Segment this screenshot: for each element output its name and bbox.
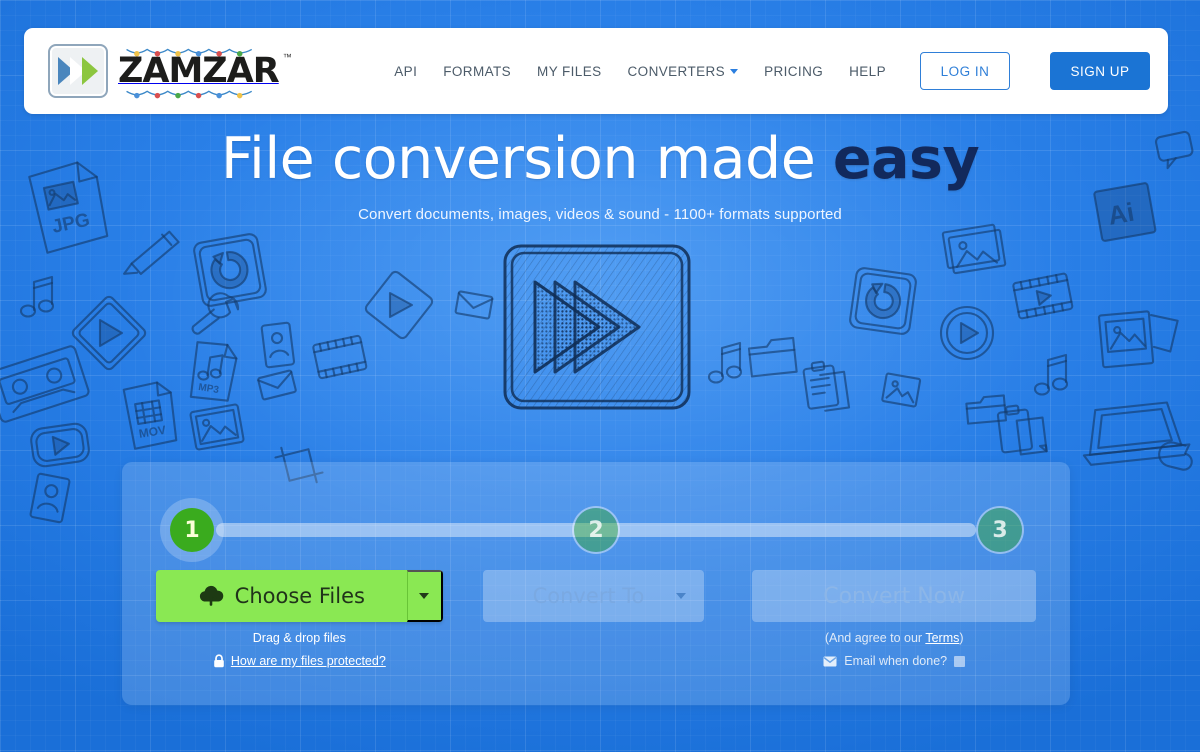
convert-now-button[interactable]: Convert Now [752,570,1036,622]
convert-to-dropdown[interactable]: Convert To [482,570,705,622]
convert-to-label: Convert To [532,584,645,608]
nav-label: FORMATS [443,63,512,79]
convert-now-column: Convert Now (And agree to our Terms) Ema… [752,570,1036,668]
step-2-indicator[interactable]: 2 [574,508,618,552]
logo-wordmark-wrap: ZAMZAR ™ [118,48,292,98]
choose-files-dropdown-button[interactable] [406,570,443,622]
convert-now-label: Convert Now [823,583,966,609]
page-title: File conversion made easy [0,129,1200,190]
nav-item-my-files[interactable]: MY FILES [537,64,601,79]
login-button[interactable]: LOG IN [920,52,1010,90]
lock-icon [213,654,225,668]
hero-section: File conversion made easy Convert docume… [0,129,1200,223]
string-lights-bottom-decoration [126,89,253,98]
drag-drop-hint: Drag & drop files [252,631,346,645]
chevron-down-icon [730,68,739,74]
caret-down-icon [676,593,687,599]
string-lights-top-decoration [126,48,253,56]
page-title-main: File conversion made [220,126,833,192]
sketched-play-triangles-icon [503,244,691,410]
step-1-indicator[interactable]: 1 [170,508,214,552]
nav-item-converters[interactable]: CONVERTERS [628,64,739,79]
converter-panel: 1 2 3 Choose Files Drag & drop files How… [122,462,1070,705]
nav-item-formats[interactable]: FORMATS [443,64,511,79]
terms-agreement-text: (And agree to our Terms) [752,631,1036,645]
logo[interactable]: ZAMZAR ™ [48,44,292,98]
terms-prefix: (And agree to our [824,631,926,645]
terms-suffix: ) [959,631,964,645]
email-when-done-label: Email when done? [844,654,948,668]
converter-controls: Choose Files Drag & drop files How are m… [156,570,1036,668]
nav-label: PRICING [764,63,824,79]
trademark-symbol: ™ [282,51,292,62]
double-chevron-icon [48,44,108,98]
choose-files-label: Choose Files [234,584,365,608]
choose-files-button-group: Choose Files [156,570,443,622]
cloud-upload-icon [198,584,224,609]
files-protected-row: How are my files protected? [156,654,443,668]
nav-label: CONVERTERS [627,63,726,79]
nav-item-api[interactable]: API [394,64,417,79]
caret-down-icon [419,593,430,599]
terms-link[interactable]: Terms [925,631,959,645]
main-navigation: API FORMATS MY FILES CONVERTERS PRICING … [394,52,1150,90]
nav-label: MY FILES [537,63,602,79]
choose-files-button[interactable]: Choose Files [156,570,407,622]
step-3-indicator[interactable]: 3 [978,508,1022,552]
nav-item-help[interactable]: HELP [849,64,886,79]
signup-button[interactable]: SIGN UP [1050,52,1150,90]
envelope-icon [823,656,837,667]
convert-to-column: Convert To [482,570,705,622]
email-when-done-checkbox[interactable] [954,655,966,667]
step-indicator: 1 2 3 [170,500,1022,560]
nav-label: HELP [849,63,886,79]
choose-files-column: Choose Files Drag & drop files How are m… [156,570,443,668]
site-header: ZAMZAR ™ API FORMATS MY FILES CONVERTERS [24,28,1168,114]
nav-label: API [394,63,418,79]
page-title-emphasis: easy [832,126,980,192]
page-subtitle: Convert documents, images, videos & soun… [358,205,842,223]
email-when-done-row: Email when done? [752,654,1036,668]
files-protected-link[interactable]: How are my files protected? [231,654,386,668]
nav-item-pricing[interactable]: PRICING [764,64,823,79]
